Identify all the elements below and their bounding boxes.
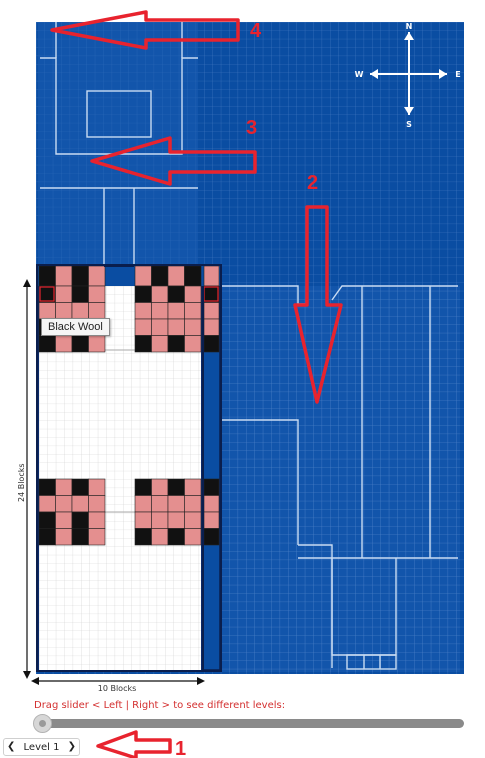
pink-wool-block[interactable] — [88, 511, 106, 529]
pink-wool-block[interactable] — [151, 335, 169, 353]
black-wool-block[interactable] — [203, 528, 220, 546]
pink-wool-block[interactable] — [38, 495, 56, 513]
black-wool-block[interactable] — [167, 478, 185, 496]
pink-wool-block[interactable] — [203, 265, 220, 287]
pink-wool-block[interactable] — [167, 302, 185, 320]
level-label: Level 1 — [23, 741, 60, 753]
pink-wool-block[interactable] — [184, 511, 202, 529]
pink-wool-block[interactable] — [151, 511, 169, 529]
pink-wool-block[interactable] — [55, 478, 73, 496]
pink-wool-block[interactable] — [167, 495, 185, 513]
compass-west-label: W — [355, 70, 364, 79]
black-wool-block[interactable] — [184, 265, 202, 287]
pink-wool-block[interactable] — [167, 511, 185, 529]
pink-wool-block[interactable] — [184, 335, 202, 353]
compass-east-label: E — [455, 70, 460, 79]
pink-wool-block[interactable] — [151, 318, 169, 336]
pink-wool-block[interactable] — [151, 302, 169, 320]
black-wool-block[interactable] — [38, 478, 56, 496]
width-dimension-label: 10 Blocks — [98, 684, 137, 693]
pink-wool-block[interactable] — [88, 528, 106, 546]
black-wool-block[interactable] — [167, 335, 185, 353]
pink-wool-block[interactable] — [55, 495, 73, 513]
pink-wool-block[interactable] — [134, 265, 152, 287]
pink-wool-block[interactable] — [88, 302, 106, 320]
black-wool-block[interactable] — [71, 285, 89, 303]
pink-wool-block[interactable] — [55, 285, 73, 303]
pink-wool-block[interactable] — [151, 478, 169, 496]
pink-wool-block[interactable] — [55, 335, 73, 353]
pink-wool-block[interactable] — [184, 302, 202, 320]
annotation-number-3: 3 — [246, 117, 257, 139]
pink-wool-block[interactable] — [184, 478, 202, 496]
black-wool-block[interactable] — [134, 478, 152, 496]
pink-wool-block[interactable] — [134, 318, 152, 336]
pink-wool-block[interactable] — [151, 528, 169, 546]
pink-wool-block[interactable] — [55, 302, 73, 320]
black-wool-block[interactable] — [38, 265, 56, 287]
black-wool-block[interactable] — [38, 285, 56, 303]
pink-wool-block[interactable] — [88, 285, 106, 303]
pink-wool-block[interactable] — [88, 265, 106, 287]
pink-wool-block[interactable] — [134, 302, 152, 320]
block-tooltip: Black Wool — [41, 318, 110, 336]
pink-wool-block[interactable] — [88, 495, 106, 513]
pink-wool-block[interactable] — [88, 335, 106, 353]
pink-wool-block[interactable] — [71, 302, 89, 320]
black-wool-block[interactable] — [38, 528, 56, 546]
upper-tower-zone — [38, 22, 198, 266]
pink-wool-block[interactable] — [167, 318, 185, 336]
black-wool-block[interactable] — [134, 528, 152, 546]
pink-wool-block[interactable] — [203, 511, 220, 529]
black-wool-block[interactable] — [71, 528, 89, 546]
pink-wool-block[interactable] — [203, 318, 220, 336]
pink-wool-block[interactable] — [184, 495, 202, 513]
black-wool-block[interactable] — [151, 265, 169, 287]
pink-wool-block[interactable] — [203, 302, 220, 320]
annotation-number-1: 1 — [175, 738, 186, 758]
pink-wool-block[interactable] — [151, 285, 169, 303]
pink-wool-block[interactable] — [203, 495, 220, 513]
pink-wool-block[interactable] — [55, 511, 73, 529]
pink-wool-block[interactable] — [134, 495, 152, 513]
pink-wool-block[interactable] — [38, 302, 56, 320]
black-wool-block[interactable] — [38, 511, 56, 529]
annotation-number-2: 2 — [307, 172, 318, 194]
black-wool-block[interactable] — [167, 285, 185, 303]
level-selector: ❮ Level 1 ❯ — [3, 738, 80, 756]
pink-wool-block[interactable] — [71, 495, 89, 513]
arrow-1 — [96, 730, 172, 758]
black-wool-block[interactable] — [134, 335, 152, 353]
black-wool-block[interactable] — [38, 335, 56, 353]
slider-instructions: Drag slider < Left | Right > to see diff… — [34, 700, 286, 711]
black-wool-block[interactable] — [71, 335, 89, 353]
compass-south-label: S — [406, 120, 412, 129]
black-wool-block[interactable] — [167, 528, 185, 546]
blueprint-planner: N S W E 24 Blocks 10 Blocks 4 3 2 1 — [17, 10, 464, 758]
pink-wool-block[interactable] — [184, 528, 202, 546]
chevron-right-icon[interactable]: ❯ — [68, 742, 76, 752]
black-wool-block[interactable] — [71, 265, 89, 287]
height-dimension-label: 24 Blocks — [17, 463, 26, 502]
pink-wool-block[interactable] — [55, 265, 73, 287]
pink-wool-block[interactable] — [167, 265, 185, 287]
black-wool-block[interactable] — [203, 478, 220, 496]
pink-wool-block[interactable] — [184, 285, 202, 303]
level-slider-track[interactable] — [35, 719, 464, 728]
pink-wool-block[interactable] — [151, 495, 169, 513]
black-wool-block[interactable] — [71, 478, 89, 496]
pink-wool-block[interactable] — [55, 528, 73, 546]
black-wool-block[interactable] — [71, 511, 89, 529]
black-wool-block[interactable] — [134, 285, 152, 303]
chevron-left-icon[interactable]: ❮ — [7, 742, 15, 752]
compass-north-label: N — [406, 22, 413, 31]
black-wool-block[interactable] — [203, 285, 220, 303]
annotation-number-4: 4 — [250, 20, 262, 42]
pink-wool-block[interactable] — [134, 511, 152, 529]
pink-wool-block[interactable] — [88, 478, 106, 496]
black-wool-block[interactable] — [203, 335, 220, 353]
pink-wool-block[interactable] — [184, 318, 202, 336]
level-slider-thumb[interactable] — [33, 714, 52, 733]
